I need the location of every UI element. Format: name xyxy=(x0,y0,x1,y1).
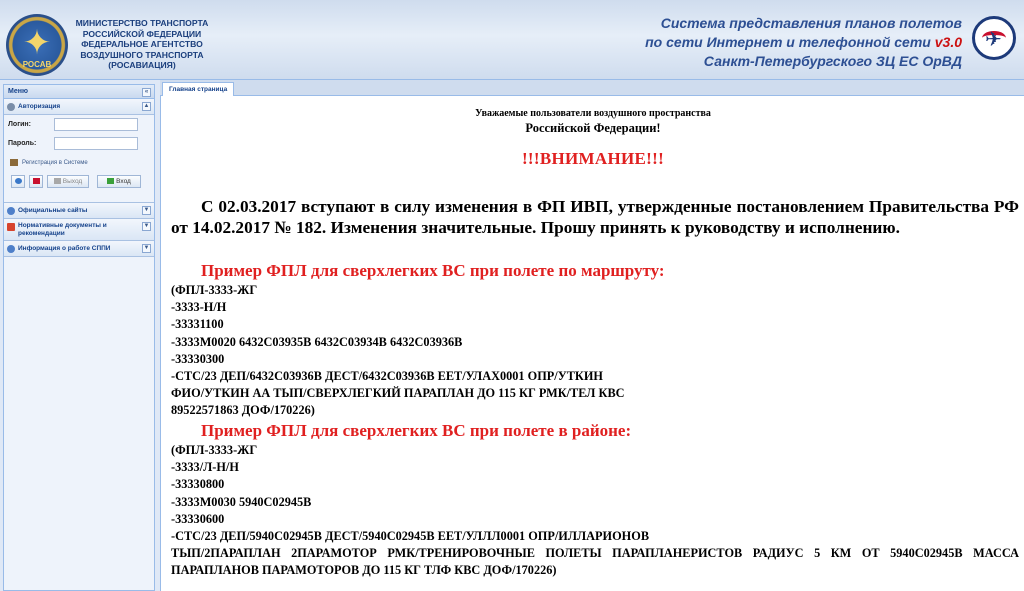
login-label-text: Вход xyxy=(116,178,131,185)
fpl-line: 89522571863 ДОФ/170226) xyxy=(171,403,315,418)
fpl-line: -33330800 xyxy=(171,477,225,492)
menu-title: Меню xyxy=(8,88,28,95)
sppi-info-title: Информация о работе СППИ xyxy=(18,245,111,252)
fpl-line: (ФПЛ-3333-ЖГ xyxy=(171,283,258,297)
regulatory-docs-section[interactable]: Нормативные документы и рекомендации ▼ xyxy=(4,219,154,241)
plane-icon: ✈ xyxy=(985,27,1002,51)
example1-title: Пример ФПЛ для сверхлегких ВС при полете… xyxy=(201,261,665,280)
header-banner: ✦ РОСАВ МИНИСТЕРСТВО ТРАНСПОРТА РОССИЙСК… xyxy=(0,0,1024,80)
fpl-line: -33331100 xyxy=(171,317,224,332)
ministry-line: ФЕДЕРАЛЬНОЕ АГЕНТСТВО xyxy=(81,39,203,49)
logout-icon xyxy=(53,178,61,185)
password-label: Пароль: xyxy=(8,140,37,147)
collapse-up-icon[interactable]: ▲ xyxy=(142,102,151,111)
fpl-line: -СТС/23 ДЕП/5940С02945В ДЕСТ/5940С02945В… xyxy=(171,529,650,544)
logout-button[interactable]: Выход xyxy=(47,175,89,188)
rosaviatsia-emblem-icon: ✦ РОСАВ xyxy=(6,14,68,76)
example1-fpl: (ФПЛ-3333-ЖГ -3333-Н/Н -33331100 -3333М0… xyxy=(171,282,1019,420)
ministry-line: ВОЗДУШНОГО ТРАНСПОРТА xyxy=(80,49,204,60)
sidebar: Меню « Авторизация ▲ Логин: Пароль: Реги… xyxy=(3,84,155,591)
system-title-line1: Система представления планов полетов xyxy=(660,15,962,31)
auth-title: Авторизация xyxy=(18,103,61,110)
greeting-line1: Уважаемые пользователи воздушного простр… xyxy=(475,108,711,119)
system-title: Система представления планов полетов по … xyxy=(645,14,962,71)
emblem-lettering: РОСАВ xyxy=(22,60,52,69)
auth-section-header[interactable]: Авторизация ▲ xyxy=(4,99,154,115)
version-label: v3.0 xyxy=(934,34,962,50)
language-button[interactable] xyxy=(29,175,43,188)
emblem-star-icon: ✦ xyxy=(22,23,52,63)
expand-down-icon[interactable]: ▼ xyxy=(142,222,151,231)
expand-down-icon[interactable]: ▼ xyxy=(142,244,151,253)
sppi-info-section[interactable]: Информация о работе СППИ ▼ xyxy=(4,241,154,257)
fpl-line: ФИО/УТКИН АА ТЫП/СВЕРХЛЕГКИЙ ПАРАПЛАН ДО… xyxy=(171,386,625,401)
fpl-line: (ФПЛ-3333-ЖГ xyxy=(171,443,258,457)
flag-uk-icon xyxy=(32,178,40,185)
notice-paragraph: С 02.03.2017 вступают в силу изменения в… xyxy=(171,197,1019,237)
document-icon xyxy=(7,223,15,231)
login-button[interactable]: Вход xyxy=(97,175,141,188)
fpl-line: -33330300 xyxy=(171,351,225,366)
ministry-title: МИНИСТЕРСТВО ТРАНСПОРТА РОССИЙСКОЙ ФЕДЕР… xyxy=(72,18,212,71)
login-label: Логин: xyxy=(8,121,31,128)
official-sites-section[interactable]: Официальные сайты ▼ xyxy=(4,203,154,219)
collapse-sidebar-icon[interactable]: « xyxy=(142,88,151,97)
register-icon xyxy=(10,159,18,166)
regulatory-docs-title: Нормативные документы и рекомендации xyxy=(18,222,107,237)
register-link-text: Регистрация в Системе xyxy=(22,160,88,167)
ministry-line: (РОСАВИАЦИЯ) xyxy=(108,60,176,70)
globe-icon xyxy=(7,207,15,215)
fpl-line: -3333/Л-Н/Н xyxy=(171,460,239,475)
fpl-line: -33330600 xyxy=(171,511,225,526)
orvd-logo-icon: ✈ xyxy=(972,16,1016,60)
fpl-line: -3333-Н/Н xyxy=(171,300,227,315)
fpl-line: -3333М0020 6432С03935В 6432С03934В 6432С… xyxy=(171,334,463,349)
login-arrow-icon xyxy=(107,178,115,185)
tab-home[interactable]: Главная страница xyxy=(162,82,235,96)
logout-label: Выход xyxy=(62,178,83,185)
fpl-line: -СТС/23 ДЕП/6432С03936В ДЕСТ/6432С03936В… xyxy=(171,369,603,384)
help-icon xyxy=(14,178,22,185)
example2-fpl: (ФПЛ-3333-ЖГ -3333/Л-Н/Н -33330800 -3333… xyxy=(171,442,1019,580)
system-title-line3: Санкт-Петербургского ЗЦ ЕС ОрВД xyxy=(703,53,962,69)
system-title-line2: по сети Интернет и телефонной сети v3.0 xyxy=(645,33,962,52)
fpl-line: ТЫП/2ПАРАПЛАН 2ПАРАМОТОР РМК/ТРЕНИРОВОЧН… xyxy=(171,546,1019,578)
register-link[interactable]: Регистрация в Системе xyxy=(10,159,88,166)
system-title-line2-text: по сети Интернет и телефонной сети xyxy=(645,34,931,50)
attention-heading: !!!ВНИМАНИЕ!!! xyxy=(521,149,665,168)
auth-form: Логин: Пароль: Регистрация в Системе Вых… xyxy=(4,115,154,203)
password-input[interactable] xyxy=(54,137,138,150)
menu-panel-header: Меню « xyxy=(4,85,154,99)
key-icon xyxy=(7,103,15,111)
help-button[interactable] xyxy=(11,175,25,188)
greeting-line2: Российской Федерации! xyxy=(525,121,661,135)
login-input[interactable] xyxy=(54,118,138,131)
official-sites-title: Официальные сайты xyxy=(18,207,88,214)
ministry-line: РОССИЙСКОЙ ФЕДЕРАЦИИ xyxy=(82,28,202,39)
main-content: Уважаемые пользователи воздушного простр… xyxy=(160,96,1024,591)
fpl-line: -3333М0030 5940С02945В xyxy=(171,494,312,509)
ministry-line: МИНИСТЕРСТВО ТРАНСПОРТА xyxy=(75,18,209,28)
example2-title: Пример ФПЛ для сверхлегких ВС при полете… xyxy=(201,421,632,440)
expand-down-icon[interactable]: ▼ xyxy=(142,206,151,215)
info-icon xyxy=(7,245,15,253)
tab-bar: Главная страница xyxy=(160,80,1024,96)
